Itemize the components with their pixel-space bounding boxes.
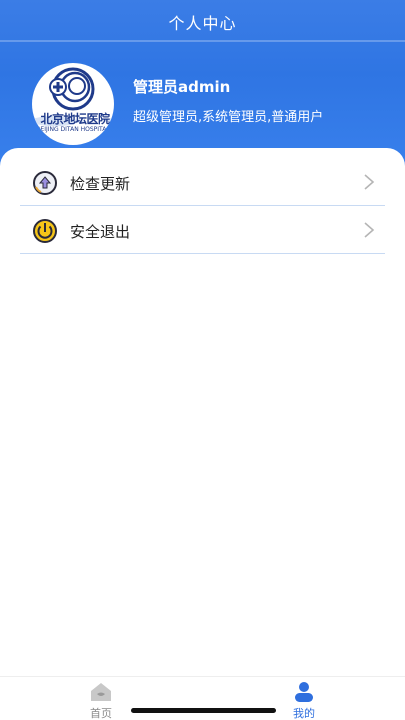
update-icon	[33, 171, 57, 195]
menu-item-logout[interactable]: 安全退出	[20, 206, 385, 254]
header-divider	[0, 40, 405, 42]
tab-home[interactable]: 首页	[71, 681, 131, 720]
avatar[interactable]: 北京地坛医院 BEIJING DITAN HOSPITAL	[32, 63, 114, 145]
logo-text: 北京地坛医院	[40, 112, 110, 126]
menu-item-check-update[interactable]: 检查更新	[20, 158, 385, 206]
logo-subtext: BEIJING DITAN HOSPITAL	[36, 126, 110, 133]
home-indicator	[131, 708, 276, 713]
power-icon	[33, 219, 57, 243]
user-icon	[295, 682, 313, 702]
menu-card: 检查更新 安全退出	[0, 148, 405, 678]
tab-label-home: 首页	[90, 707, 112, 720]
user-roles: 超级管理员,系统管理员,普通用户	[133, 110, 324, 125]
bottom-tab-bar: 首页 我的	[0, 676, 405, 720]
chevron-right-icon	[364, 174, 375, 190]
menu-label-check-update: 检查更新	[70, 175, 131, 193]
menu-label-logout: 安全退出	[70, 223, 131, 241]
tab-mine[interactable]: 我的	[274, 681, 334, 720]
page-title: 个人中心	[168, 14, 237, 33]
user-name: 管理员admin	[133, 78, 231, 96]
tab-label-mine: 我的	[293, 707, 315, 720]
home-icon	[91, 683, 111, 701]
chevron-right-icon	[364, 222, 375, 238]
